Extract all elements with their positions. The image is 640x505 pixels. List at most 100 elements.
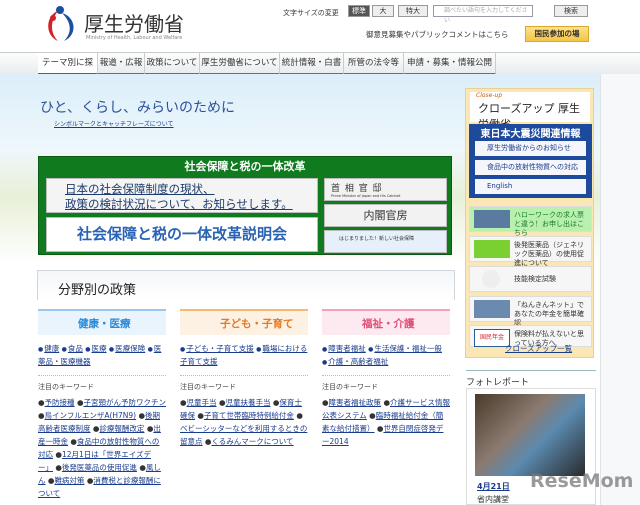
new-social-security-link[interactable]: はじまりました！新しい社会保障	[324, 230, 447, 253]
font-size-standard-button[interactable]: 標準	[348, 5, 370, 17]
kantei-label: 首 相 官 邸	[331, 184, 383, 194]
banner-text: 「ねんきんネット」であなたの年金を簡単確認	[514, 301, 584, 327]
bullet-icon: ●	[147, 346, 153, 353]
bullet-icon: ●	[322, 359, 328, 366]
policy-link[interactable]: 生活保護・福祉一般	[374, 344, 442, 353]
hellowork-banner[interactable]: ハローワークの求人票と違う！お申し出はこちら	[469, 206, 592, 237]
emblem-icon	[482, 270, 500, 288]
quake-link-radiation[interactable]: 食品中の放射性物質への対応	[475, 160, 586, 175]
policy-column-health: 健康・医療 ●健康 ●食品 ●医療 ●医療保険 ●医薬品・医療機器 注目のキーワ…	[38, 309, 166, 500]
kantei-link[interactable]: 首 相 官 邸 Prime Minister of Japan and His C…	[324, 178, 447, 201]
generic-drug-logo	[474, 240, 510, 258]
closeup-title: Close-upクローズアップ 厚生労働省	[470, 92, 590, 131]
nav-applications[interactable]: 申請・募集・情報公開	[404, 53, 496, 75]
welfare-keywords: ●障害者福祉政策 ●介護サービス情報公表システム ●臨時福祉給付金（簡素な給付措…	[322, 396, 450, 448]
header: 厚生労働省 Ministry of Health, Labour and Wel…	[0, 0, 640, 52]
page-side-area	[600, 74, 640, 505]
closeup-more-link[interactable]: クローズアップ一覧	[505, 343, 572, 354]
resemom-watermark: ReseMom	[530, 470, 634, 492]
earthquake-box: 東日本大震災関連情報 厚生労働省からのお知らせ 食品中の放射性物質への対応 En…	[469, 124, 592, 198]
public-comment-link[interactable]: 御意見募集やパブリックコメントはこちら	[366, 29, 509, 40]
policy-link[interactable]: 健康	[44, 344, 59, 353]
quake-link-notices[interactable]: 厚生労働省からのお知らせ	[475, 141, 586, 156]
banner-text: 後発医薬品（ジェネリック医薬品）の使用促進について	[514, 241, 584, 267]
keyword-link[interactable]: 障害者福祉政策	[329, 398, 382, 407]
keyword-link[interactable]: 児童扶養手当	[225, 398, 270, 407]
banner-text: 技能検定試験	[514, 275, 556, 283]
reform-info-line2: 政策の検討状況について、お知らせします。	[65, 197, 293, 211]
keyword-link[interactable]: 子育て世帯臨時特例給付金	[204, 411, 294, 420]
health-heading[interactable]: 健康・医療	[38, 309, 166, 335]
keyword-link[interactable]: 後発医薬品の使用促進	[62, 463, 137, 472]
nav-statistics[interactable]: 統計情報・白書	[280, 53, 344, 75]
logo-title[interactable]: 厚生労働省	[84, 8, 184, 37]
logo-subtitle: Ministry of Health, Labour and Welfare	[86, 35, 183, 41]
search-button[interactable]: 検索	[554, 5, 588, 17]
main-nav: テーマ別に探す 報道・広報 政策について 厚生労働省について 統計情報・白書 所…	[0, 52, 640, 89]
nav-press[interactable]: 報道・広報	[98, 53, 145, 75]
quake-link-english[interactable]: English	[475, 179, 586, 194]
font-size-large-button[interactable]: 大	[372, 5, 394, 17]
bullet-icon: ●	[108, 346, 115, 353]
nav-laws[interactable]: 所管の法令等	[344, 53, 404, 75]
children-heading[interactable]: 子ども・子育て	[180, 309, 308, 335]
policy-column-children: 子ども・子育て ●子ども・子育て支援 ●職場における子育て支援 注目のキーワード…	[180, 309, 308, 448]
closeup-panel: Close-upクローズアップ 厚生労働省 東日本大震災関連情報 厚生労働省から…	[465, 88, 594, 358]
phone-icon	[474, 210, 510, 228]
tagline: ひと、くらし、みらいのために	[40, 100, 236, 116]
reform-info-link[interactable]: 日本の社会保障制度の現状、 政策の検討状況について、お知らせします。	[46, 178, 318, 213]
keyword-link[interactable]: 児童手当	[187, 398, 217, 407]
symbol-mark-link[interactable]: シンボルマークとキャッチフレーズについて	[54, 119, 174, 128]
photo-date-link[interactable]: 4月21日	[477, 481, 510, 492]
logo-mark-icon	[48, 6, 74, 41]
policy-link[interactable]: 食品	[68, 344, 83, 353]
keyword-label: 注目のキーワード	[38, 375, 166, 392]
generic-drug-banner[interactable]: 後発医薬品（ジェネリック医薬品）の使用促進について	[469, 236, 592, 267]
nav-theme[interactable]: テーマ別に探す	[38, 53, 98, 89]
children-keywords: ●児童手当 ●児童扶養手当 ●保育士確保 ●子育て世帯臨時特例給付金 ●ベビーシ…	[180, 396, 308, 448]
bullet-icon: ●	[85, 346, 91, 353]
welfare-links: ●障害者福祉 ●生活保護・福祉一般 ●介護・高齢者福祉	[322, 343, 450, 369]
policy-column-welfare: 福祉・介護 ●障害者福祉 ●生活保護・福祉一般 ●介護・高齢者福祉 注目のキーワ…	[322, 309, 450, 448]
keyword-link[interactable]: 子宮頸がん予防ワクチン	[83, 398, 166, 407]
bullet-icon: ●	[38, 346, 44, 353]
nenkin-net-logo	[474, 300, 510, 318]
keyword-link[interactable]: くるみんマークについて	[211, 437, 293, 446]
nenkin-net-banner[interactable]: 「ねんきんネット」であなたの年金を簡単確認	[469, 296, 592, 327]
keyword-label: 注目のキーワード	[322, 375, 450, 392]
font-size-xlarge-button[interactable]: 特大	[398, 5, 428, 17]
nav-policy[interactable]: 政策について	[145, 53, 200, 75]
welfare-heading[interactable]: 福祉・介護	[322, 309, 450, 335]
health-keywords: ●予防接種 ●子宮頸がん予防ワクチン ●鳥インフルエンザA(H7N9) ●後期高…	[38, 396, 166, 500]
bullet-icon: ●	[296, 411, 303, 420]
skill-test-banner[interactable]: 技能検定試験	[469, 266, 592, 292]
keyword-label: 注目のキーワード	[180, 375, 308, 392]
keyword-link[interactable]: 鳥インフルエンザA(H7N9)	[45, 411, 137, 420]
reform-info-line1: 日本の社会保障制度の現状、	[65, 182, 215, 196]
nav-about[interactable]: 厚生労働省について	[200, 53, 280, 75]
font-size-label: 文字サイズの変更	[283, 9, 339, 17]
reform-title: 社会保障と税の一体改革	[184, 160, 306, 173]
bullet-icon: ●	[322, 346, 328, 353]
photo-place: 省内講堂	[477, 495, 509, 504]
policy-link[interactable]: 医療保険	[115, 344, 145, 353]
reform-panel: 社会保障と税の一体改革 日本の社会保障制度の現状、 政策の検討状況について、お知…	[38, 156, 452, 255]
policy-link[interactable]: 医療	[92, 344, 107, 353]
bullet-icon: ●	[256, 346, 262, 353]
policy-link[interactable]: 介護・高齢者福祉	[328, 357, 388, 366]
policy-link[interactable]: 子ども・子育て支援	[186, 344, 254, 353]
photo-report-heading: フォトレポート	[466, 370, 596, 388]
participate-button[interactable]: 国民参加の場	[525, 26, 589, 42]
search-input[interactable]: 調べたい語句を入力してください	[433, 5, 533, 24]
keyword-link[interactable]: 難病対策	[54, 476, 84, 485]
keyword-link[interactable]: 診療報酬改定	[99, 424, 144, 433]
policy-section-header: 分野別の政策	[37, 270, 455, 300]
policy-link[interactable]: 障害者福祉	[328, 344, 366, 353]
closeup-small: Close-up	[476, 92, 503, 99]
reform-briefing-link[interactable]: 社会保障と税の一体改革説明会	[46, 217, 318, 252]
keyword-link[interactable]: 予防接種	[45, 398, 75, 407]
bullet-icon: ●	[180, 346, 186, 353]
cabinet-link[interactable]: 内閣官房	[324, 204, 447, 227]
photo-report-image[interactable]	[475, 394, 585, 476]
children-links: ●子ども・子育て支援 ●職場における子育て支援	[180, 343, 308, 369]
